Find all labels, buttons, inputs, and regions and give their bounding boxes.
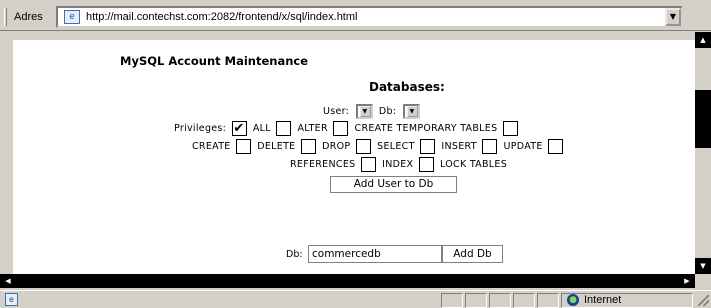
vertical-scroll-thumb[interactable]	[695, 90, 711, 148]
zone-pane	[561, 293, 693, 308]
status-pane	[465, 293, 487, 308]
label-create: CREATE	[192, 141, 231, 152]
chevron-down-icon: ▼	[359, 106, 371, 117]
horizontal-scrollbar[interactable]: ◀ ▶	[0, 274, 695, 288]
checkbox-update[interactable]	[482, 139, 498, 154]
page-title: MySQL Account Maintenance	[120, 54, 309, 68]
user-label: User:	[323, 106, 350, 117]
address-bar: Adres e http://mail.contechst.com:2082/f…	[0, 0, 711, 31]
checkbox-alter[interactable]	[276, 121, 292, 136]
checkbox-delete[interactable]	[235, 139, 251, 154]
browser-viewport: MySQL Account Maintenance Databases: Use…	[0, 32, 711, 288]
address-url[interactable]: http://mail.contechst.com:2082/frontend/…	[86, 11, 357, 23]
checkbox-index[interactable]	[360, 157, 376, 172]
label-all: ALL	[252, 123, 271, 134]
label-index: INDEX	[382, 159, 414, 170]
checkbox-create[interactable]	[502, 121, 518, 136]
chevron-down-icon: ▼	[406, 106, 418, 117]
privileges-row-1: Privileges: ✔ ALL ALTER CREATE TEMPORARY…	[174, 121, 521, 136]
address-field[interactable]: e http://mail.contechst.com:2082/fronten…	[56, 6, 683, 28]
status-pane	[513, 293, 535, 308]
scroll-down-icon[interactable]: ▼	[695, 258, 711, 274]
scroll-up-icon[interactable]: ▲	[695, 32, 711, 48]
add-db-button[interactable]: Add Db	[442, 245, 503, 263]
new-db-label: Db:	[286, 249, 303, 260]
db-label: Db:	[378, 106, 397, 117]
db-select[interactable]: ▼	[402, 104, 420, 119]
toolbar-grip[interactable]	[4, 8, 7, 26]
globe-icon: ●	[567, 294, 579, 306]
checkbox-create-temporary-tables[interactable]	[333, 121, 349, 136]
status-pane	[537, 293, 559, 308]
chevron-down-icon[interactable]: ▼	[665, 8, 681, 26]
address-label: Adres	[14, 11, 43, 23]
checkbox-drop[interactable]	[300, 139, 316, 154]
user-select[interactable]: ▼	[355, 104, 373, 119]
status-bar: e ● Internet	[0, 290, 711, 308]
user-db-row: User: ▼ Db: ▼	[323, 104, 423, 119]
add-user-to-db-button[interactable]: Add User to Db	[330, 176, 457, 193]
ie-page-icon: e	[64, 10, 80, 24]
ie-page-icon: e	[5, 293, 18, 306]
label-drop: DROP	[322, 141, 351, 152]
page-content: MySQL Account Maintenance Databases: Use…	[13, 40, 696, 274]
privileges-row-2: CREATE DELETE DROP SELECT INSERT UPDATE	[192, 139, 566, 154]
label-lock-tables: LOCK TABLES	[440, 159, 508, 170]
label-select: SELECT	[377, 141, 415, 152]
checkbox-insert[interactable]	[420, 139, 436, 154]
label-references: REFERENCES	[290, 159, 356, 170]
zone-text: Internet	[584, 294, 622, 306]
scrollbar-corner	[695, 274, 711, 288]
checkbox-all[interactable]: ✔	[231, 121, 247, 136]
privileges-row-3: REFERENCES INDEX LOCK TABLES	[290, 157, 507, 172]
label-insert: INSERT	[441, 141, 477, 152]
label-alter: ALTER	[297, 123, 328, 134]
vertical-scrollbar[interactable]: ▲ ▼	[695, 32, 711, 274]
databases-heading: Databases:	[369, 80, 445, 94]
new-db-input[interactable]: commercedb	[308, 245, 442, 263]
horizontal-scroll-thumb[interactable]	[16, 274, 679, 288]
label-update: UPDATE	[503, 141, 543, 152]
status-pane	[489, 293, 511, 308]
checkbox-select[interactable]	[355, 139, 371, 154]
label-create-temporary-tables: CREATE TEMPORARY TABLES	[354, 123, 498, 134]
scroll-right-icon[interactable]: ▶	[679, 274, 695, 288]
label-delete: DELETE	[257, 141, 296, 152]
resize-grip-icon[interactable]	[698, 295, 709, 306]
privileges-label: Privileges:	[174, 123, 227, 134]
checkbox-lock-tables[interactable]	[418, 157, 434, 172]
checkbox-references[interactable]	[548, 139, 564, 154]
status-pane	[441, 293, 463, 308]
scroll-left-icon[interactable]: ◀	[0, 274, 16, 288]
